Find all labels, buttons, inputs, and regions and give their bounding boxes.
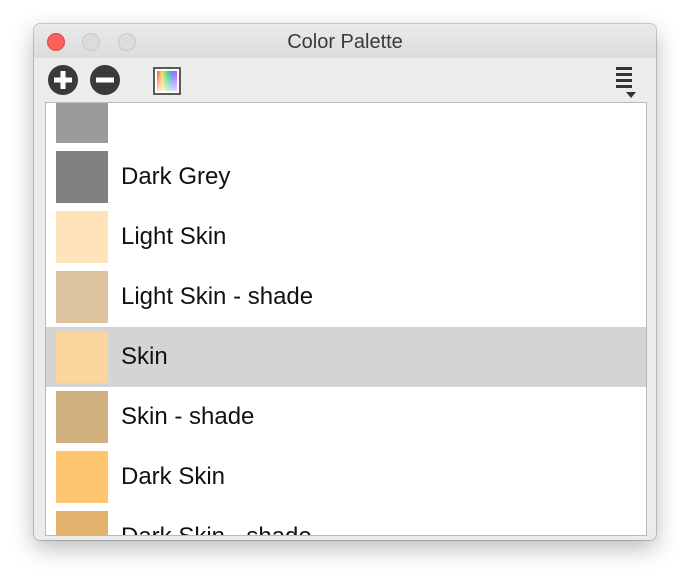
color-name: Light Skin [121,223,227,250]
remove-color-button[interactable] [89,64,121,96]
color-swatch [56,103,108,143]
palette-menu-button[interactable] [612,63,640,99]
color-list-rows: Dark Grey Light Skin Light Skin - shade … [46,103,646,535]
color-swatch [56,271,108,323]
plus-circle-icon [48,65,78,95]
color-row[interactable]: Light Skin [46,207,646,267]
color-row[interactable]: Skin [46,327,646,387]
color-row[interactable]: Dark Grey [46,147,646,207]
color-row[interactable]: Dark Skin [46,447,646,507]
color-picker-icon [153,67,181,95]
list-menu-icon [616,67,636,98]
color-name: Dark Skin - shade [121,523,312,535]
color-name: Skin [121,343,168,370]
color-name: Dark Grey [121,163,231,190]
color-row[interactable]: Dark Skin - shade [46,507,646,535]
color-palette-window: Color Palette Dark Grey Light Skin Light… [34,24,656,540]
toolbar [34,58,656,102]
color-swatch [56,451,108,503]
color-picker-button[interactable] [153,67,181,95]
window-title: Color Palette [287,31,403,53]
color-name: Dark Skin [121,463,226,490]
color-name: Skin - shade [121,403,255,430]
color-row[interactable]: Light Skin - shade [46,267,646,327]
color-list[interactable]: Dark Grey Light Skin Light Skin - shade … [45,102,647,536]
color-swatch [56,211,108,263]
color-swatch [56,391,108,443]
color-swatch [56,511,108,535]
color-row[interactable] [46,103,646,147]
title-bar[interactable]: Color Palette [34,24,656,58]
add-color-button[interactable] [47,64,79,96]
minus-circle-icon [90,65,120,95]
color-name: Light Skin - shade [121,283,314,310]
color-swatch [56,331,108,383]
color-swatch [56,151,108,203]
color-row[interactable]: Skin - shade [46,387,646,447]
